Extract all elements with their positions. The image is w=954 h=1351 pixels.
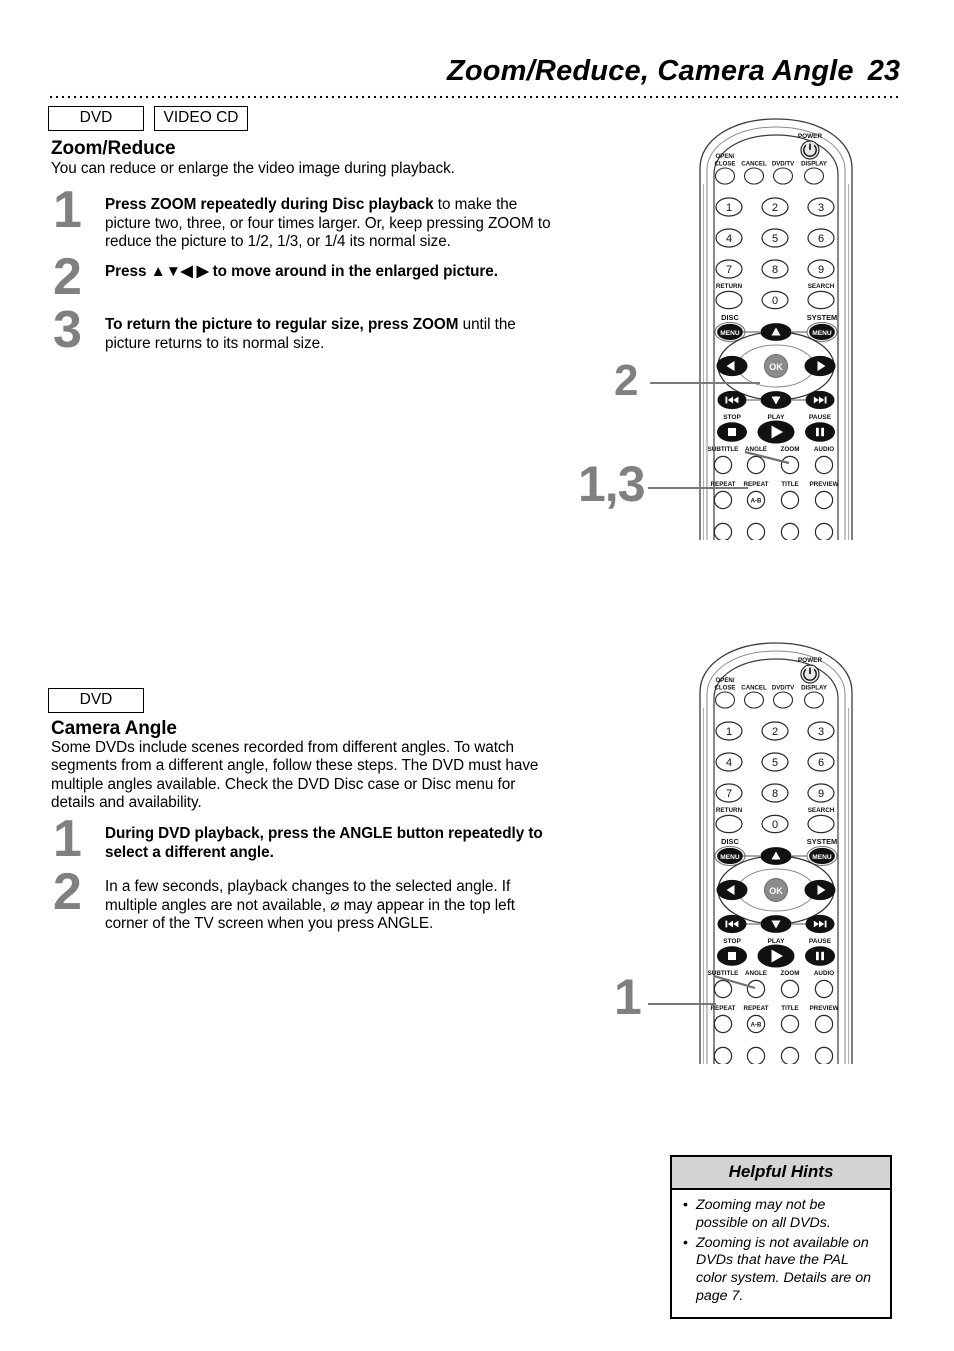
step-lead: During DVD playback, press the ANGLE but… xyxy=(105,825,543,861)
step-lead: Press ▲▼◀ ▶ to move around in the enlarg… xyxy=(105,263,498,280)
step-text: In a few seconds, playback changes to th… xyxy=(105,878,557,934)
step-number: 2 xyxy=(53,248,82,306)
remote-control-diagram-angle xyxy=(690,638,862,1064)
section-heading-zoom-reduce: Zoom/Reduce xyxy=(51,138,176,159)
step-text: Press ▲▼◀ ▶ to move around in the enlarg… xyxy=(105,263,557,282)
page-header: Zoom/Reduce, Camera Angle 23 xyxy=(48,55,900,88)
callout-line-remote-two xyxy=(648,1003,716,1006)
step-number: 3 xyxy=(53,301,82,359)
callout-line-upper xyxy=(650,382,760,385)
callout-remote-one-lower: 1,3 xyxy=(578,456,646,512)
step-text: During DVD playback, press the ANGLE but… xyxy=(105,825,557,862)
callout-remote-two: 1 xyxy=(614,969,642,1025)
page-title: Zoom/Reduce, Camera Angle xyxy=(446,55,854,87)
step-text: Press ZOOM repeatedly during Disc playba… xyxy=(105,196,557,252)
step-lead: To return the picture to regular size, p… xyxy=(105,316,459,333)
badge-dvd: DVD xyxy=(48,688,144,714)
callout-line-lower xyxy=(648,487,748,490)
section-intro-zoom-reduce: You can reduce or enlarge the video imag… xyxy=(51,160,455,177)
section-heading-camera-angle: Camera Angle xyxy=(51,718,177,739)
remote-control-diagram-zoom: POWER OPEN/ CLOSE CANCEL DVD/TV DISPLAY … xyxy=(690,114,862,540)
media-badges-camera-angle: DVD xyxy=(48,688,144,714)
header-dotted-divider xyxy=(48,95,900,99)
step-number: 2 xyxy=(53,863,82,921)
step-number: 1 xyxy=(53,181,82,239)
section-intro-camera-angle: Some DVDs include scenes recorded from d… xyxy=(51,739,539,812)
callout-remote-one-upper: 2 xyxy=(614,356,639,405)
badge-dvd: DVD xyxy=(48,106,144,132)
helpful-hints-title: Helpful Hints xyxy=(672,1157,890,1190)
helpful-hints-box: Helpful Hints Zooming may not be possibl… xyxy=(670,1155,892,1319)
hint-item: Zooming is not available on DVDs that ha… xyxy=(682,1234,880,1306)
helpful-hints-list: Zooming may not be possible on all DVDs.… xyxy=(672,1190,890,1317)
badge-video-cd: VIDEO CD xyxy=(154,106,248,132)
step-number: 1 xyxy=(53,810,82,868)
step-rest: In a few seconds, playback changes to th… xyxy=(105,878,515,933)
step-text: To return the picture to regular size, p… xyxy=(105,316,557,353)
page-number: 23 xyxy=(867,55,900,87)
media-badges-zoom: DVD VIDEO CD xyxy=(48,106,248,132)
step-lead: Press ZOOM repeatedly during Disc playba… xyxy=(105,196,434,213)
hint-item: Zooming may not be possible on all DVDs. xyxy=(682,1196,880,1233)
